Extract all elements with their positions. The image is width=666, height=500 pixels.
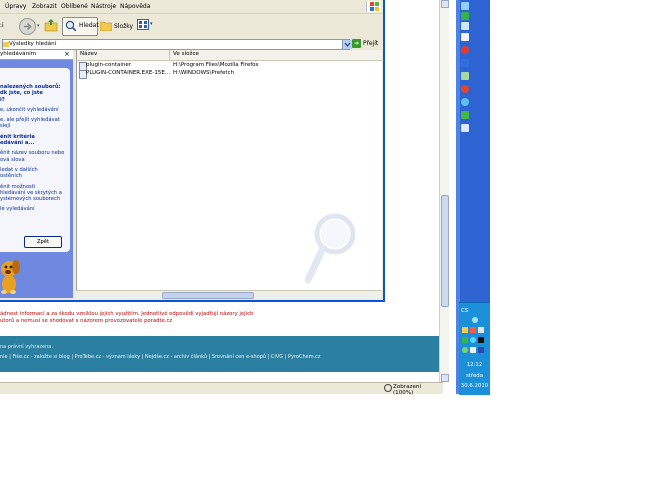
browser-statusbar: Zobrazení (100%) bbox=[0, 382, 443, 396]
address-dropdown-button[interactable] bbox=[342, 40, 352, 49]
folders-icon bbox=[100, 21, 112, 31]
quicklaunch-ie-icon[interactable] bbox=[461, 98, 469, 106]
search-icon bbox=[65, 20, 77, 32]
quicklaunch-firefox-icon[interactable] bbox=[461, 85, 469, 93]
results-header: Název Ve složce bbox=[77, 50, 382, 61]
taskbar: CS 12:12 středa 30.6.2010 bbox=[456, 0, 490, 395]
quicklaunch-media-icon[interactable] bbox=[461, 59, 469, 67]
disclaimer-line: utorů a nemusí se shodovat s názorem pro… bbox=[0, 318, 173, 324]
search-button[interactable]: Hledat bbox=[62, 17, 99, 36]
menu-edit[interactable]: Úpravy bbox=[5, 3, 26, 10]
quicklaunch-app-icon[interactable] bbox=[461, 12, 469, 20]
pane-header-title: yhledáváním bbox=[0, 51, 37, 57]
clock-time[interactable]: 12:12 bbox=[459, 362, 490, 368]
forward-arrow-icon bbox=[24, 22, 32, 31]
results-horizontal-scrollbar[interactable] bbox=[76, 290, 381, 299]
results-list: Název Ve složce plugin-container H:\Prog… bbox=[76, 50, 382, 290]
quicklaunch-arrow-icon[interactable] bbox=[461, 111, 469, 119]
pane-option-rename[interactable]: ěnit název souboru nebo bbox=[0, 150, 64, 156]
search-companion-pane: yhledáváním × nalezených souborů: dk jst… bbox=[0, 50, 73, 298]
pane-option-stop[interactable]: e, ukončit vyhledávání bbox=[0, 107, 64, 113]
folders-button[interactable]: Složky bbox=[99, 17, 134, 34]
page-footer: na právní vyhrazena. nie | Fiše.cz - zal… bbox=[0, 336, 440, 372]
disclaimer-line: ádnost informací a za škodu vzniklou jej… bbox=[0, 311, 254, 317]
zoom-icon bbox=[384, 384, 392, 392]
chevron-down-icon: ▾ bbox=[150, 21, 153, 27]
result-name: PLUGIN-CONTAINER.EXE-15E... bbox=[86, 70, 171, 76]
pane-line: ystémových souborech bbox=[0, 196, 61, 203]
menu-tools[interactable]: Nástroje bbox=[91, 3, 116, 10]
column-divider[interactable] bbox=[169, 50, 170, 60]
search-button-label: Hledat bbox=[79, 22, 99, 29]
menu-help[interactable]: Nápověda bbox=[120, 3, 150, 10]
pane-options-text: nalezených souborů: dk jste, co jste i? … bbox=[0, 84, 64, 213]
menu-favorites[interactable]: Oblíbené bbox=[61, 3, 88, 10]
system-tray: CS 12:12 středa 30.6.2010 bbox=[459, 302, 490, 395]
tray-usb-icon[interactable] bbox=[470, 347, 476, 353]
search-dog-icon bbox=[1, 260, 20, 294]
address-value: Výsledky hledání bbox=[9, 41, 57, 47]
table-row[interactable]: PLUGIN-CONTAINER.EXE-15E... H:\WINDOWS\P… bbox=[77, 70, 382, 79]
tray-app-icon[interactable] bbox=[478, 347, 484, 353]
quicklaunch-window-icon[interactable] bbox=[461, 33, 469, 41]
column-header-folder[interactable]: Ve složce bbox=[173, 51, 199, 57]
forward-button[interactable] bbox=[19, 18, 36, 35]
tray-security-icon[interactable] bbox=[462, 337, 468, 343]
footer-links[interactable]: nie | Fiše.cz - založte si blog | ProTeb… bbox=[0, 354, 321, 360]
quicklaunch-explorer-icon[interactable] bbox=[461, 22, 469, 30]
language-indicator[interactable]: CS bbox=[461, 308, 468, 314]
menu-bar: Úpravy Zobrazit Oblíbené Nástroje Nápově… bbox=[0, 0, 383, 14]
page-disclaimer: ádnost informací a za škodu vzniklou jej… bbox=[0, 311, 330, 325]
views-button[interactable]: ▾ bbox=[137, 19, 157, 31]
windows-logo-icon bbox=[366, 1, 381, 12]
back-button[interactable]: Zpět bbox=[24, 236, 62, 248]
back-label-fragment: :i bbox=[0, 22, 4, 29]
tray-volume-icon[interactable] bbox=[478, 337, 484, 343]
column-header-name[interactable]: Název bbox=[80, 51, 97, 57]
zoom-level[interactable]: Zobrazení (100%) bbox=[393, 384, 443, 396]
toolbar: :i ▾ Hledat Složky ▾ bbox=[0, 14, 383, 39]
views-icon bbox=[137, 19, 149, 30]
go-arrow-icon: ➜ bbox=[352, 39, 361, 48]
tray-device-icon[interactable] bbox=[478, 327, 484, 333]
scroll-thumb[interactable] bbox=[162, 292, 254, 299]
scroll-down-arrow[interactable] bbox=[441, 374, 449, 382]
pane-header: yhledáváním × bbox=[0, 50, 73, 60]
address-bar: Výsledky hledání ➜ Přejít bbox=[0, 38, 383, 50]
clock-day: středa bbox=[465, 373, 484, 379]
table-row[interactable]: plugin-container H:\Program Files\Mozill… bbox=[77, 62, 382, 71]
search-results-window: Úpravy Zobrazit Oblíbené Nástroje Nápově… bbox=[0, 0, 385, 302]
quicklaunch-desktop-icon[interactable] bbox=[461, 2, 469, 10]
result-folder: H:\WINDOWS\Prefetch bbox=[173, 70, 235, 76]
tray-alert-icon[interactable] bbox=[470, 327, 476, 333]
pane-options-panel: nalezených souborů: dk jste, co jste i? … bbox=[0, 68, 70, 252]
pane-option-new-search[interactable]: lé vyledávání bbox=[0, 206, 64, 212]
address-input[interactable]: Výsledky hledání bbox=[2, 39, 352, 50]
result-name: plugin-container bbox=[86, 62, 132, 68]
magnifier-watermark-icon bbox=[305, 213, 355, 284]
chevron-down-icon[interactable]: ▾ bbox=[37, 23, 40, 29]
folders-button-label: Složky bbox=[114, 23, 134, 30]
clock-date: 30.6.2010 bbox=[460, 383, 489, 389]
scroll-thumb[interactable] bbox=[441, 195, 449, 307]
chevron-down-icon bbox=[344, 42, 351, 47]
tray-folder-icon[interactable] bbox=[462, 327, 468, 333]
quicklaunch-doc-icon[interactable] bbox=[461, 124, 469, 132]
menu-view[interactable]: Zobrazit bbox=[32, 3, 57, 10]
folder-up-icon bbox=[44, 19, 58, 32]
tray-update-icon[interactable] bbox=[462, 347, 468, 353]
page-scrollbar[interactable] bbox=[439, 0, 449, 382]
tray-messenger-icon[interactable] bbox=[470, 337, 476, 343]
quicklaunch-picture-icon[interactable] bbox=[461, 72, 469, 80]
close-icon[interactable]: × bbox=[64, 50, 70, 58]
go-button-label: Přejít bbox=[363, 40, 379, 47]
result-folder: H:\Program Files\Mozilla Firefox bbox=[173, 62, 259, 68]
up-folder-button[interactable] bbox=[44, 18, 58, 32]
tray-network-icon[interactable] bbox=[472, 317, 478, 323]
footer-copyright: na právní vyhrazena. bbox=[0, 344, 53, 350]
scroll-up-arrow[interactable] bbox=[441, 0, 449, 8]
quicklaunch-opera-icon[interactable] bbox=[461, 46, 469, 54]
